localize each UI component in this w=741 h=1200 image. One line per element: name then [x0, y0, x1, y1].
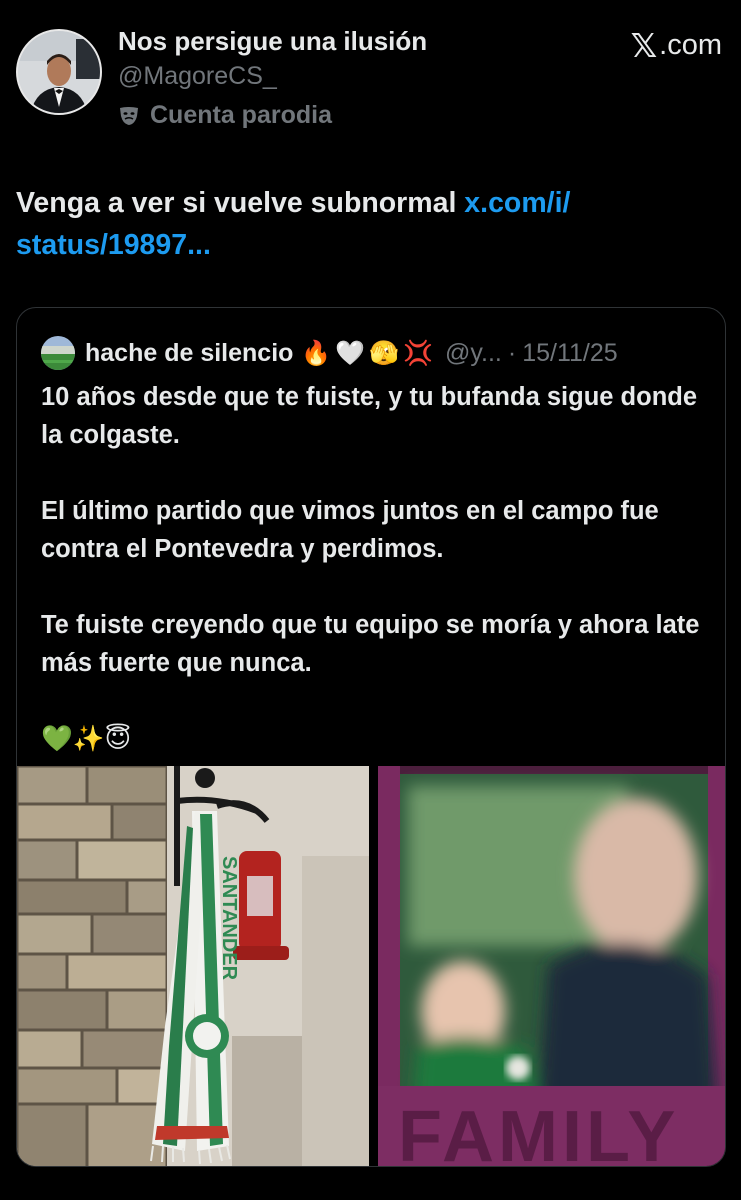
post-link-part-1[interactable]: x.com/i/: [464, 187, 570, 219]
theater-mask-icon: [120, 106, 138, 125]
white-heart-emoji: 🤍: [335, 339, 366, 367]
quoted-post-text: 10 años desde que te fuiste, y tu bufand…: [41, 378, 709, 796]
quoted-paragraph: Te fuiste creyendo que tu equipo se morí…: [41, 611, 700, 677]
post-text: Venga a ver si vuelve subnormal x.com/i/…: [16, 182, 716, 266]
quoted-author-avatar[interactable]: [41, 336, 75, 370]
author-handle[interactable]: @MagoreCS_: [118, 62, 277, 91]
author-display-name[interactable]: Nos persigue una ilusión: [118, 26, 427, 57]
author-avatar-image: [18, 31, 100, 113]
quoted-author-handle[interactable]: @y...: [445, 339, 502, 368]
family-photo-overlay-text: FAMILY: [398, 1097, 679, 1167]
quoted-post-card[interactable]: hache de silencio 🔥 🤍 🫣 💢 @y... · 15/11/…: [16, 307, 726, 1167]
quoted-emoji-line: 💚✨😇: [41, 725, 132, 753]
peeking-face-emoji: 🫣: [369, 339, 400, 367]
x-brand-watermark: 𝕏 .com: [631, 26, 722, 65]
family-photo[interactable]: FAMILY: [378, 766, 725, 1167]
scarf-photo[interactable]: SANTANDER: [17, 766, 369, 1166]
stadium-avatar-image: [41, 336, 75, 370]
header-separator: ·: [507, 338, 517, 367]
parody-account-label: Cuenta parodia: [118, 101, 332, 130]
scarf-photo-image: SANTANDER: [17, 766, 369, 1166]
post-text-plain: Venga a ver si vuelve subnormal: [16, 187, 465, 219]
x-brand-text: .com: [659, 29, 722, 61]
parody-label-text: Cuenta parodia: [150, 101, 332, 129]
family-photo-image: FAMILY: [378, 766, 725, 1167]
quoted-paragraph: El último partido que vimos juntos en el…: [41, 497, 659, 563]
quoted-author-name[interactable]: hache de silencio: [85, 339, 293, 368]
author-avatar[interactable]: [16, 29, 102, 115]
quoted-post-header: hache de silencio 🔥 🤍 🫣 💢 @y... · 15/11/…: [41, 336, 618, 370]
post-link-part-2[interactable]: status/19897...: [16, 229, 211, 261]
anger-symbol-emoji: 💢: [403, 339, 433, 367]
quoted-post-date[interactable]: 15/11/25: [522, 339, 617, 368]
x-logo-icon: 𝕏: [630, 26, 658, 65]
scarf-text: SANTANDER: [218, 856, 240, 981]
fire-emoji: 🔥: [301, 339, 332, 367]
quoted-paragraph: 10 años desde que te fuiste, y tu bufand…: [41, 383, 698, 449]
